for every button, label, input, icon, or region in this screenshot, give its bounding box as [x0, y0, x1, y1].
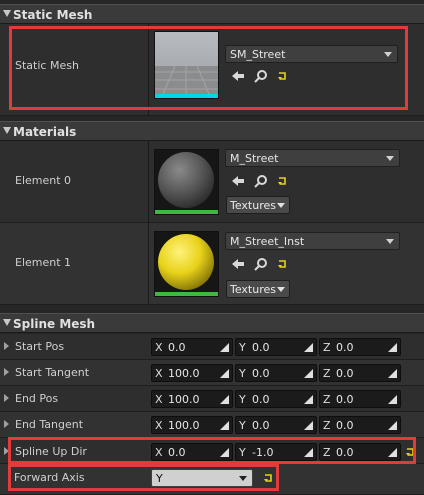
expand-arrow-icon[interactable]: [4, 420, 9, 428]
collapse-arrow-icon[interactable]: [3, 10, 11, 17]
drag-handle-icon[interactable]: [304, 395, 313, 404]
column-divider: [148, 141, 149, 305]
end-tangent-x-field[interactable]: X 100.0: [151, 416, 233, 434]
chevron-down-icon: [277, 287, 285, 292]
drag-handle-icon[interactable]: [388, 343, 397, 352]
start-pos-y-field[interactable]: Y 0.0: [235, 338, 317, 356]
drag-handle-icon[interactable]: [388, 421, 397, 430]
browse-magnifier-icon[interactable]: [254, 257, 268, 271]
drag-handle-icon[interactable]: [304, 343, 313, 352]
use-selected-arrow-icon[interactable]: [231, 174, 245, 188]
spline-mesh-section-header[interactable]: Spline Mesh: [0, 313, 424, 333]
start-pos-x-field[interactable]: X 0.0: [151, 338, 233, 356]
textures-label: Textures: [230, 283, 276, 296]
material-0-thumbnail[interactable]: [154, 149, 219, 215]
section-title: Materials: [13, 125, 77, 139]
expand-arrow-icon[interactable]: [4, 394, 9, 402]
chevron-down-icon: [386, 239, 394, 244]
spline-up-dir-highlight-box: [8, 437, 416, 464]
end-pos-y-field[interactable]: Y 0.0: [235, 390, 317, 408]
chevron-down-icon: [386, 156, 394, 161]
start-pos-z-field[interactable]: Z 0.0: [319, 338, 401, 356]
section-title: Static Mesh: [13, 8, 93, 22]
drag-handle-icon[interactable]: [388, 369, 397, 378]
element-1-label: Element 1: [15, 256, 72, 269]
drag-handle-icon[interactable]: [220, 395, 229, 404]
start-tangent-y-field[interactable]: Y 0.0: [235, 364, 317, 382]
material-1-thumbnail[interactable]: [154, 231, 219, 297]
browse-magnifier-icon[interactable]: [254, 174, 268, 188]
collapse-arrow-icon[interactable]: [3, 127, 11, 134]
static-mesh-highlight-box: [9, 26, 408, 110]
end-pos-x-field[interactable]: X 100.0: [151, 390, 233, 408]
end-tangent-y-field[interactable]: Y 0.0: [235, 416, 317, 434]
textures-dropdown-button[interactable]: Textures: [226, 196, 290, 214]
drag-handle-icon[interactable]: [388, 395, 397, 404]
element-0-label: Element 0: [15, 174, 72, 187]
drag-handle-icon[interactable]: [220, 343, 229, 352]
forward-axis-highlight-box: [8, 464, 279, 491]
end-pos-label: End Pos: [15, 392, 59, 405]
asset-name: M_Street_Inst: [230, 235, 305, 248]
drag-handle-icon[interactable]: [220, 369, 229, 378]
expand-arrow-icon[interactable]: [4, 368, 9, 376]
expand-arrow-icon[interactable]: [4, 342, 9, 350]
reset-to-default-icon[interactable]: [276, 258, 290, 272]
asset-name: M_Street: [230, 152, 279, 165]
material-0-asset-picker[interactable]: M_Street: [225, 149, 400, 167]
reset-to-default-icon[interactable]: [276, 175, 290, 189]
textures-dropdown-button[interactable]: Textures: [226, 280, 290, 298]
materials-section-header[interactable]: Materials: [0, 121, 424, 141]
textures-label: Textures: [230, 199, 276, 212]
section-title: Spline Mesh: [13, 317, 96, 331]
chevron-down-icon: [277, 203, 285, 208]
use-selected-arrow-icon[interactable]: [231, 257, 245, 271]
start-pos-label: Start Pos: [15, 340, 65, 353]
end-pos-z-field[interactable]: Z 0.0: [319, 390, 401, 408]
end-tangent-z-field[interactable]: Z 0.0: [319, 416, 401, 434]
start-tangent-x-field[interactable]: X 100.0: [151, 364, 233, 382]
end-tangent-label: End Tangent: [15, 418, 84, 431]
drag-handle-icon[interactable]: [304, 421, 313, 430]
collapse-arrow-icon[interactable]: [3, 319, 11, 326]
drag-handle-icon[interactable]: [220, 421, 229, 430]
start-tangent-z-field[interactable]: Z 0.0: [319, 364, 401, 382]
material-1-asset-picker[interactable]: M_Street_Inst: [225, 232, 400, 250]
static-mesh-section-header[interactable]: Static Mesh: [0, 4, 424, 24]
start-tangent-label: Start Tangent: [15, 366, 90, 379]
drag-handle-icon[interactable]: [304, 369, 313, 378]
